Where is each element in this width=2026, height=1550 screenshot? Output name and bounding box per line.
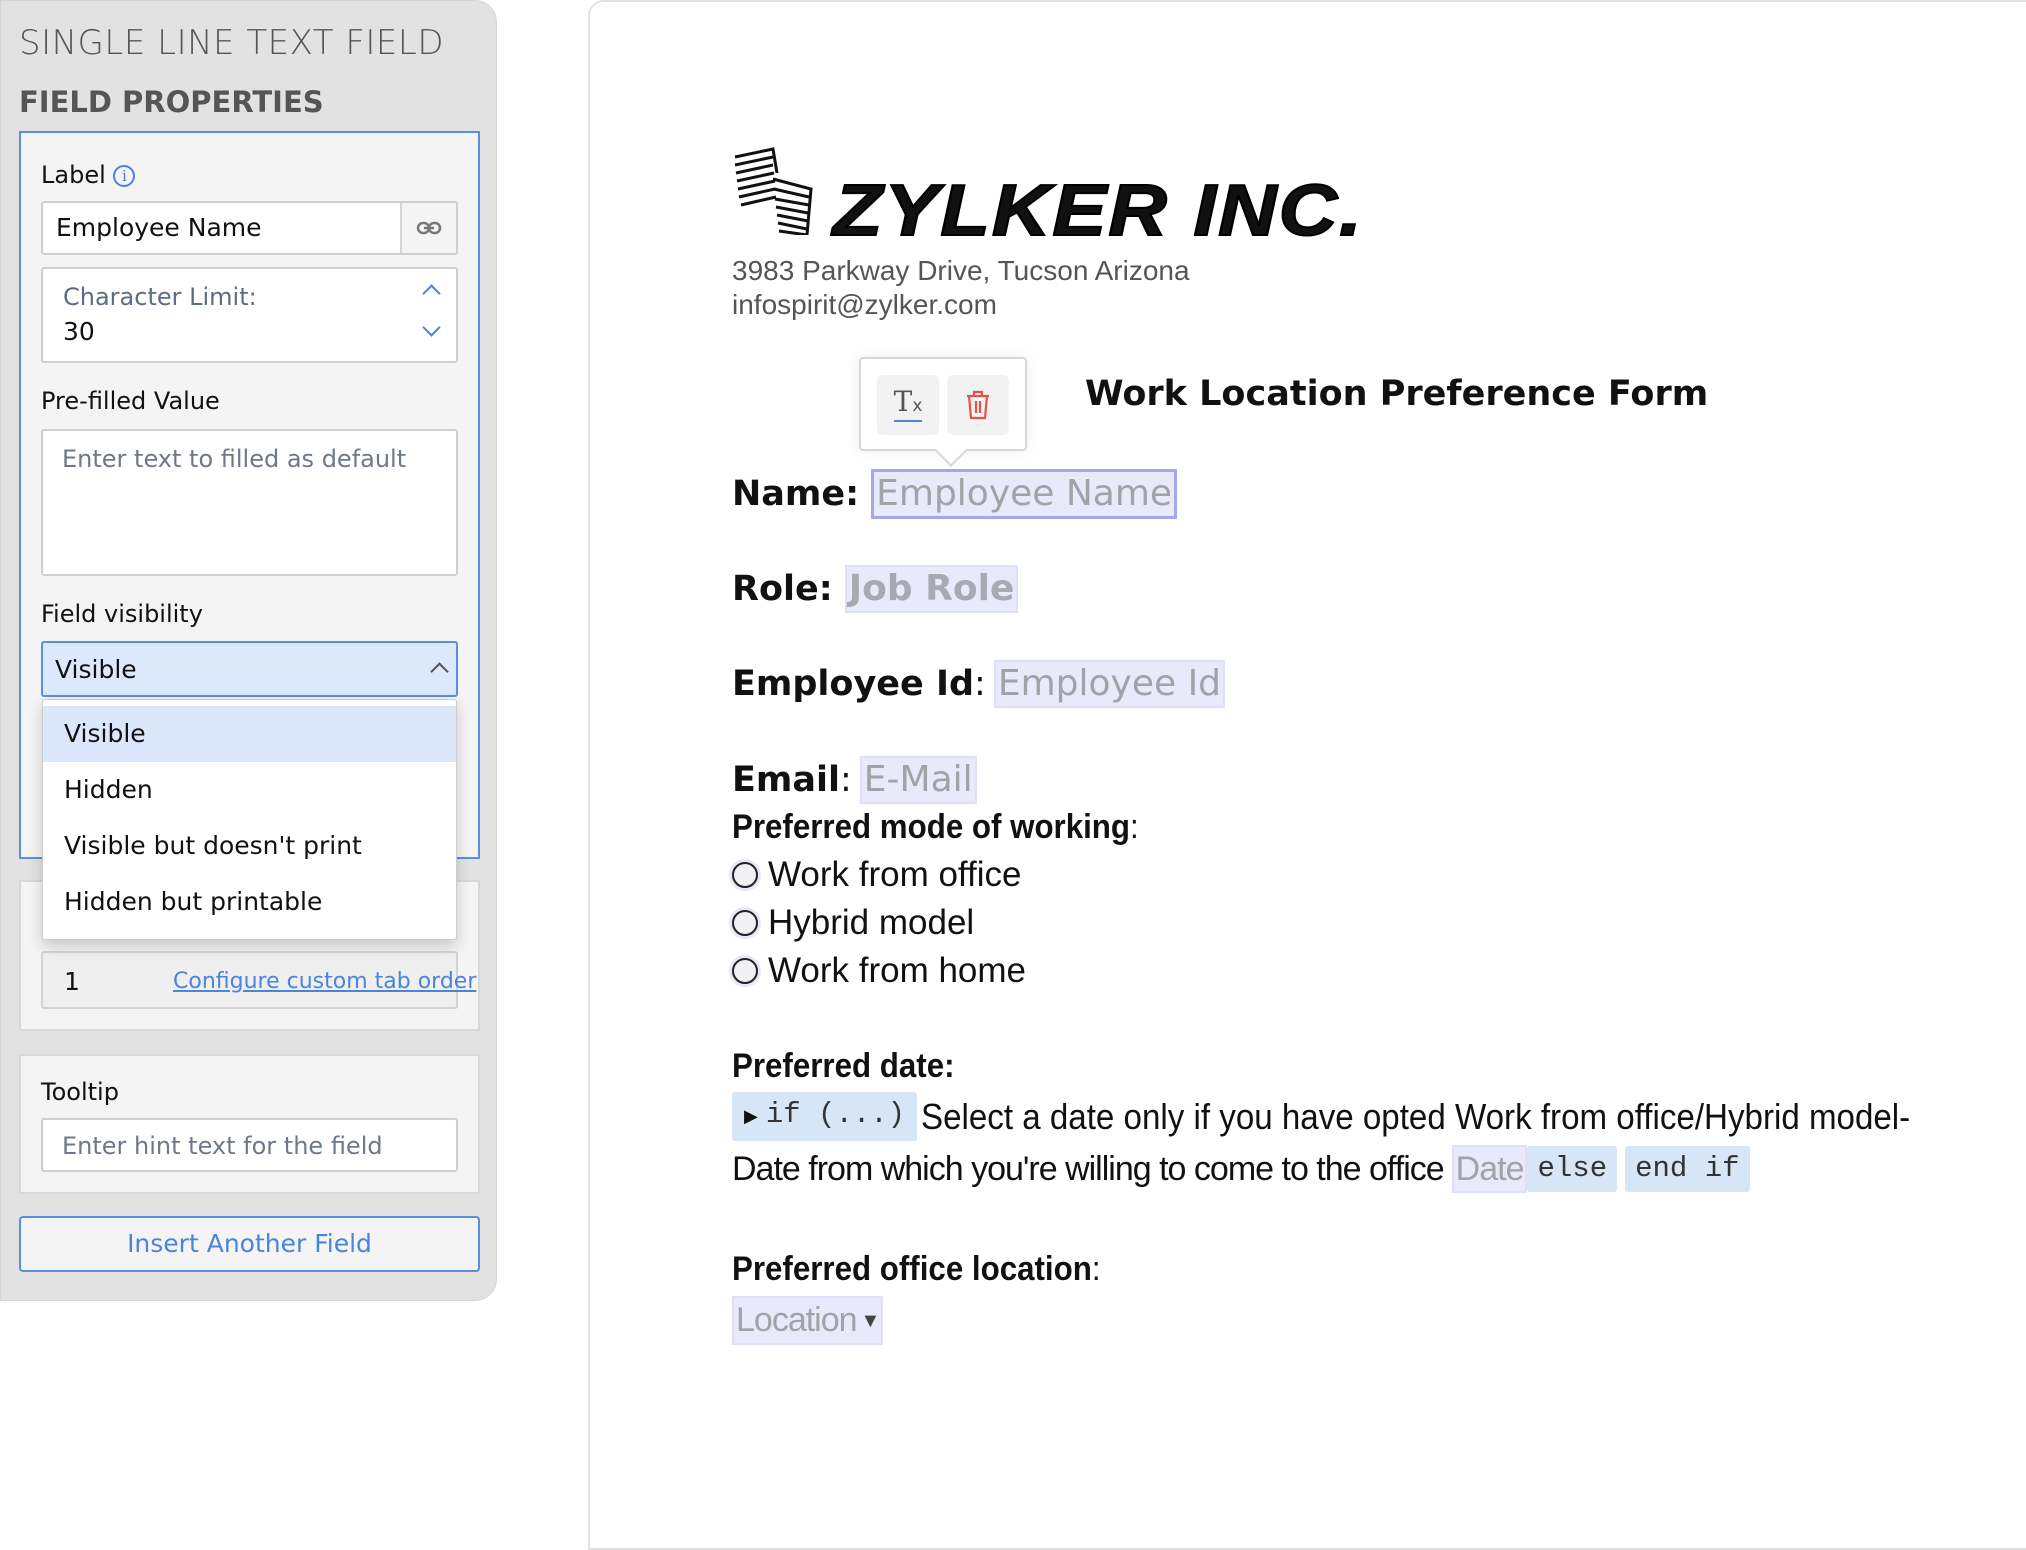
link-button[interactable] bbox=[400, 203, 456, 253]
location-value: Location bbox=[736, 1301, 858, 1339]
date-field[interactable]: Date bbox=[1451, 1145, 1528, 1193]
dropdown-option-hidden-printable[interactable]: Hidden but printable bbox=[43, 874, 456, 930]
tooltip-placeholder: Enter hint text for the field bbox=[62, 1132, 383, 1160]
character-limit-stepper[interactable]: Character Limit: 30 bbox=[41, 267, 458, 363]
date-condition-line2: Date from which you're willing to come t… bbox=[732, 1145, 1750, 1193]
delete-field-button[interactable] bbox=[947, 375, 1009, 435]
clear-format-button[interactable]: Tx bbox=[877, 375, 939, 435]
email-row: Email: E-Mail bbox=[732, 756, 977, 804]
company-address: 3983 Parkway Drive, Tucson Arizona bbox=[732, 255, 1190, 286]
label-title: Label bbox=[41, 161, 106, 189]
name-label: Name: bbox=[732, 474, 860, 514]
visibility-dropdown-menu: Visible Hidden Visible but doesn't print… bbox=[42, 699, 457, 940]
location-dropdown[interactable]: Location ▼ bbox=[732, 1296, 884, 1345]
if-condition-tag[interactable]: ▶ if (...) bbox=[732, 1092, 918, 1141]
character-limit-label: Character Limit: bbox=[63, 283, 257, 311]
tab-order-value: 1 bbox=[64, 967, 80, 996]
date-instruction-text: Select a date only if you have opted Wor… bbox=[921, 1095, 1911, 1137]
prefilled-placeholder: Enter text to filled as default bbox=[62, 445, 407, 473]
configure-tab-order-link[interactable]: Configure custom tab order bbox=[173, 969, 476, 994]
radio-work-from-home[interactable]: Work from home bbox=[732, 951, 1026, 991]
location-heading: Preferred office location: bbox=[732, 1250, 1101, 1288]
end-if-tag[interactable]: end if bbox=[1625, 1146, 1750, 1192]
radio-hybrid-model[interactable]: Hybrid model bbox=[732, 903, 974, 943]
dropdown-option-visible[interactable]: Visible bbox=[43, 706, 456, 762]
chevron-down-icon[interactable] bbox=[422, 318, 441, 337]
chevron-up-icon bbox=[430, 662, 449, 681]
field-action-popover: Tx bbox=[859, 357, 1027, 451]
email-field[interactable]: E-Mail bbox=[859, 756, 977, 804]
radio-label: Work from home bbox=[768, 951, 1027, 990]
trash-icon bbox=[967, 390, 989, 420]
radio-circle-icon bbox=[732, 958, 758, 984]
mode-label: Preferred mode of working bbox=[732, 808, 1131, 846]
field-properties-panel: SINGLE LINE TEXT FIELD FIELD PROPERTIES … bbox=[0, 0, 497, 1301]
insert-another-field-button[interactable]: Insert Another Field bbox=[19, 1216, 480, 1272]
tab-order-field: 1 Configure custom tab order bbox=[41, 951, 476, 1009]
date-condition-line1: ▶ if (...) Select a date only if you have… bbox=[732, 1092, 1996, 1141]
link-icon bbox=[416, 221, 442, 235]
name-row: Name: Employee Name bbox=[732, 469, 1178, 519]
mode-heading: Preferred mode of working: bbox=[732, 808, 1139, 846]
panel-title: SINGLE LINE TEXT FIELD bbox=[19, 23, 445, 63]
form-title: Work Location Preference Form bbox=[1085, 374, 1709, 414]
character-limit-value: 30 bbox=[63, 317, 95, 346]
else-tag[interactable]: else bbox=[1527, 1146, 1618, 1192]
prefilled-label: Pre-filled Value bbox=[41, 387, 220, 415]
label-heading: Label i bbox=[41, 161, 136, 189]
employee-id-row: Employee Id: Employee Id bbox=[732, 660, 1226, 708]
radio-circle-icon bbox=[732, 862, 758, 888]
date-text: Date from which you're willing to come t… bbox=[732, 1149, 1445, 1188]
prefilled-textarea[interactable]: Enter text to filled as default bbox=[41, 429, 458, 576]
location-label: Preferred office location bbox=[732, 1250, 1092, 1288]
if-tag-text: if (...) bbox=[765, 1098, 906, 1131]
role-label: Role: bbox=[732, 569, 833, 609]
employee-id-label: Employee Id bbox=[732, 664, 975, 704]
triangle-right-icon: ▶ bbox=[744, 1108, 758, 1128]
chevron-up-icon[interactable] bbox=[422, 284, 441, 303]
label-input[interactable]: Employee Name bbox=[43, 203, 400, 253]
label-input-group: Employee Name bbox=[41, 201, 458, 255]
role-row: Role: Job Role bbox=[732, 565, 1019, 613]
company-logo-text: ZYLKER INC. bbox=[832, 170, 1364, 252]
visibility-selected: Visible bbox=[55, 655, 137, 684]
radio-label: Work from office bbox=[768, 855, 1022, 894]
date-label: Preferred date: bbox=[732, 1047, 955, 1085]
email-label: Email bbox=[732, 760, 840, 800]
name-field[interactable]: Employee Name bbox=[871, 469, 1178, 519]
radio-work-from-office[interactable]: Work from office bbox=[732, 855, 1022, 895]
company-email: infospirit@zylker.com bbox=[732, 289, 997, 320]
dropdown-option-hidden[interactable]: Hidden bbox=[43, 762, 456, 818]
tooltip-input[interactable]: Enter hint text for the field bbox=[41, 1118, 458, 1172]
tooltip-label: Tooltip bbox=[41, 1078, 119, 1106]
visibility-select[interactable]: Visible bbox=[41, 641, 458, 697]
visibility-label: Field visibility bbox=[41, 600, 203, 628]
clear-format-icon: Tx bbox=[893, 388, 923, 422]
caret-down-icon: ▼ bbox=[860, 1310, 881, 1332]
radio-label: Hybrid model bbox=[768, 903, 975, 942]
info-icon[interactable]: i bbox=[113, 165, 136, 187]
employee-id-field[interactable]: Employee Id bbox=[993, 660, 1226, 708]
dropdown-option-visible-no-print[interactable]: Visible but doesn't print bbox=[43, 818, 456, 874]
radio-circle-icon bbox=[732, 910, 758, 936]
section-title: FIELD PROPERTIES bbox=[19, 85, 324, 119]
role-field[interactable]: Job Role bbox=[844, 565, 1019, 613]
building-logo-icon bbox=[734, 147, 813, 235]
